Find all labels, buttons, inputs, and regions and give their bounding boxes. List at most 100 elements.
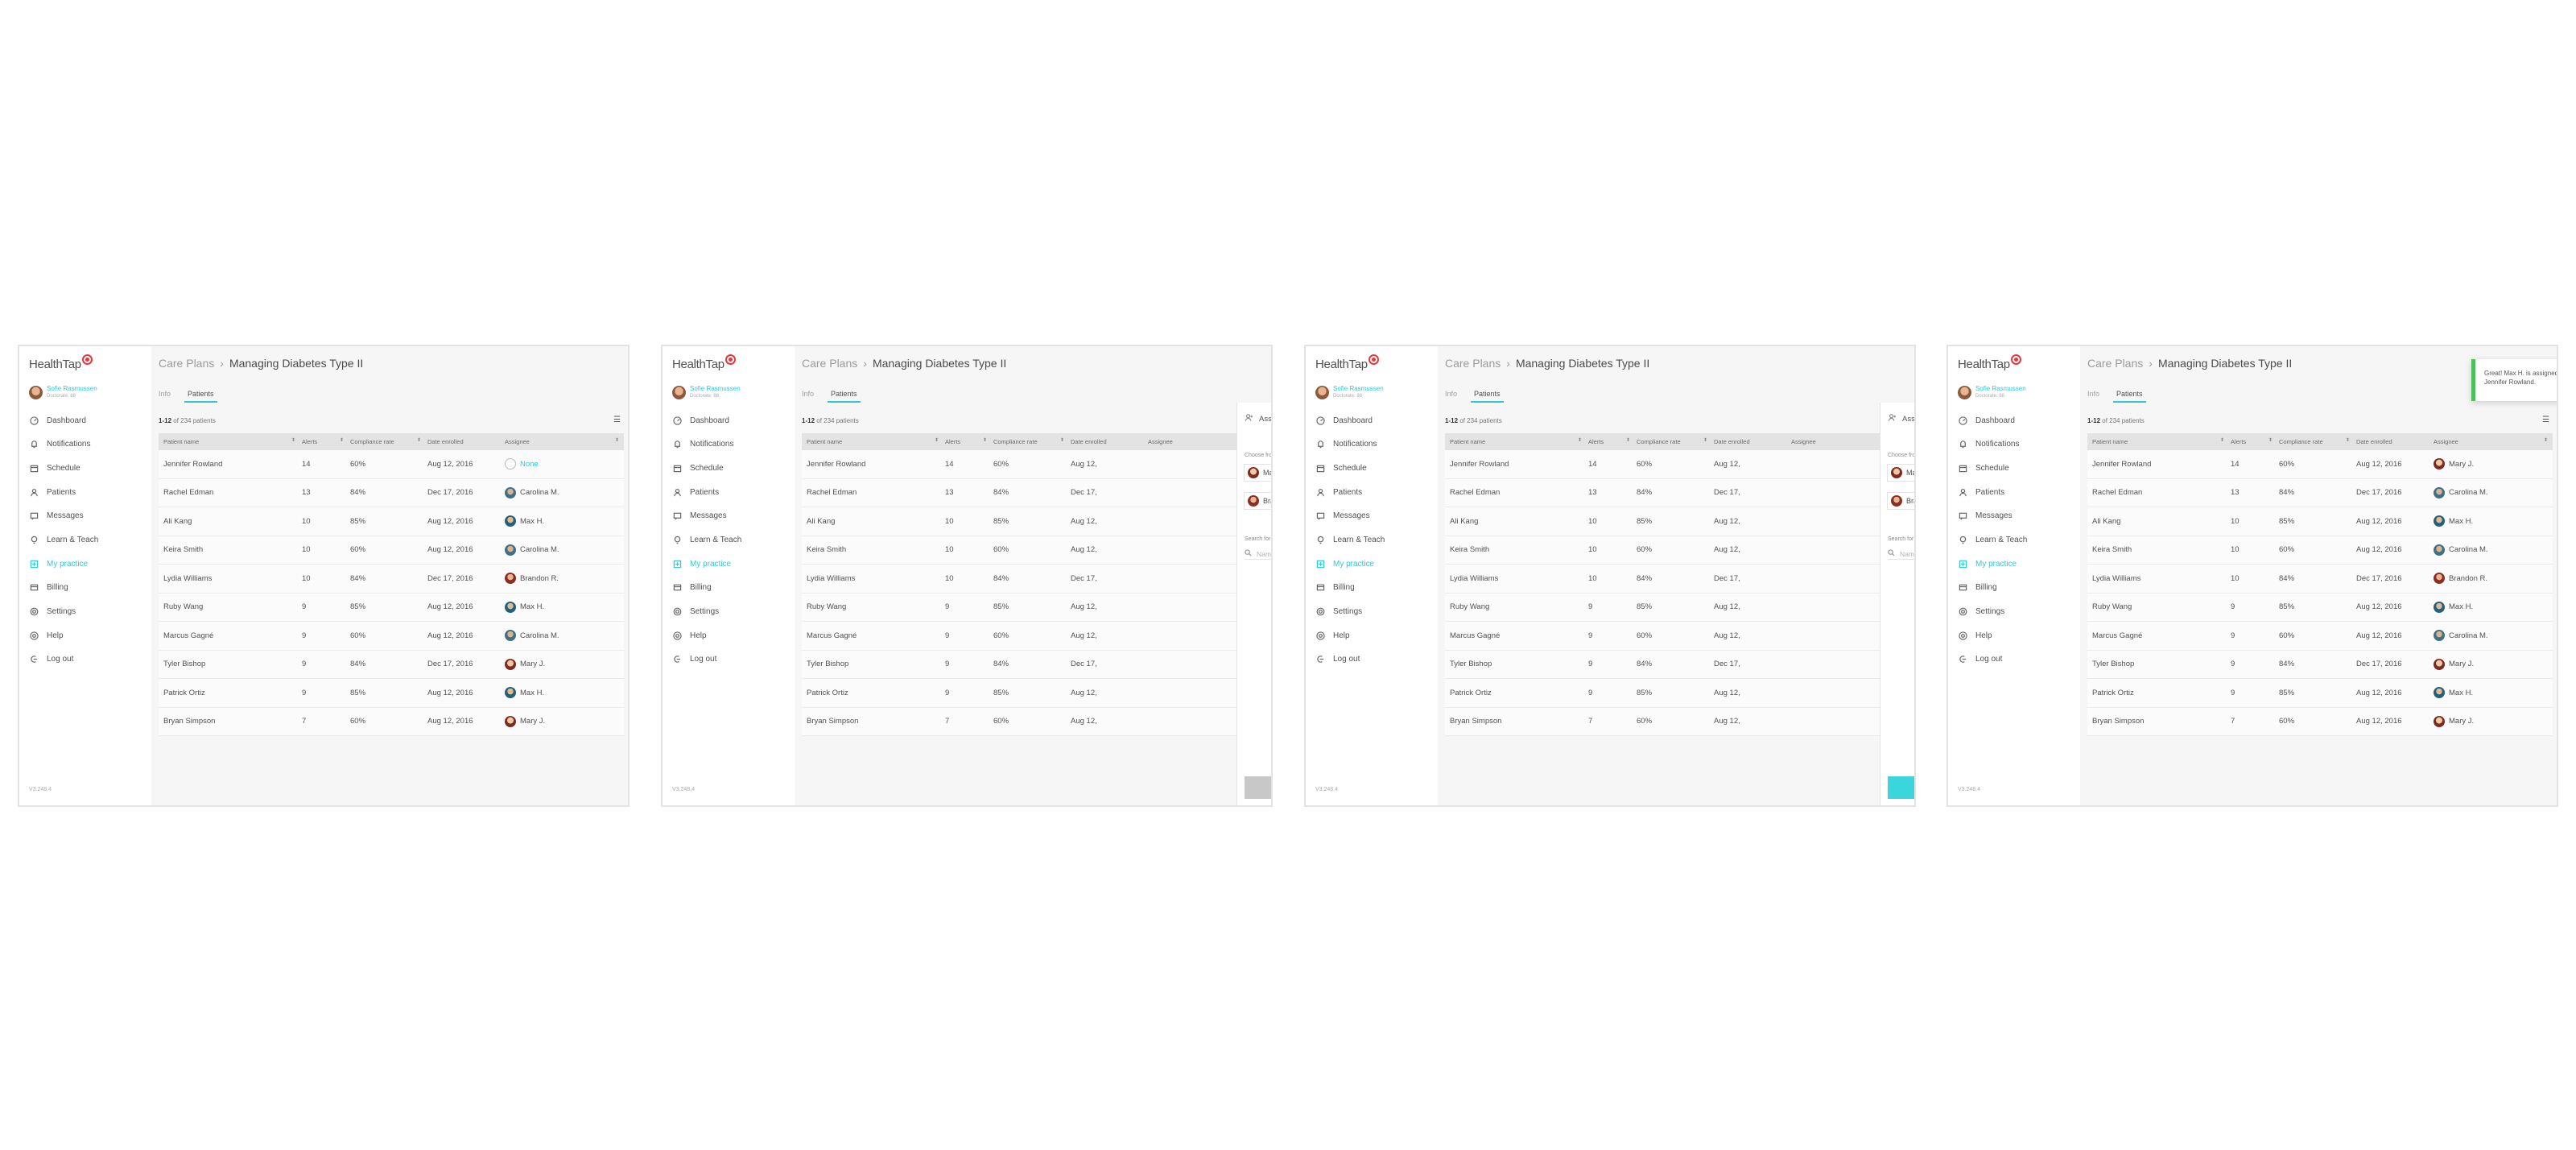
breadcrumb-parent[interactable]: Care Plans [2087, 357, 2143, 370]
sidebar-item-patients[interactable]: Patients [29, 486, 98, 498]
sort-icon[interactable]: ⬍ [417, 437, 421, 443]
column-header-patient-name[interactable]: Patient name ⬍ [2087, 438, 2229, 445]
table-row[interactable]: Ali Kang 10 85% Aug 12, [802, 507, 1267, 536]
sidebar-item-billing[interactable]: Billing [29, 582, 98, 594]
table-row[interactable]: Marcus Gagné 9 60% Aug 12, [802, 622, 1267, 651]
sidebar-item-schedule[interactable]: Schedule [1315, 462, 1385, 474]
sidebar-item-billing[interactable]: Billing [672, 582, 741, 594]
table-row[interactable]: Tyler Bishop 9 84% Dec 17, [802, 650, 1267, 679]
user-profile[interactable]: Sofie Rasmussen Doctorate: 88 [1315, 385, 1384, 400]
column-header-date-enrolled[interactable]: Date enrolled [1069, 438, 1146, 445]
sidebar-item-learn-teach[interactable]: Learn & Teach [672, 534, 741, 545]
table-row[interactable]: Jennifer Rowland 14 60% Aug 12, [802, 450, 1267, 479]
sidebar-item-log-out[interactable]: Log out [29, 654, 98, 665]
table-row[interactable]: Bryan Simpson 7 60% Aug 12, 2016 Mary J. [159, 707, 624, 736]
sidebar-item-messages[interactable]: Messages [672, 511, 741, 522]
table-row[interactable]: Bryan Simpson 7 60% Aug 12, 2016 Mary J. [2087, 707, 2553, 736]
table-row[interactable]: Lydia Williams 10 84% Dec 17, [802, 565, 1267, 594]
sort-icon[interactable]: ⬍ [1626, 437, 1630, 443]
table-row[interactable]: Tyler Bishop 9 84% Dec 17, 2016 Mary J. [2087, 650, 2553, 679]
table-row[interactable]: Rachel Edman 13 84% Dec 17, [802, 478, 1267, 507]
sidebar-item-my-practice[interactable]: My practice [672, 558, 741, 569]
sort-icon[interactable]: ⬍ [2544, 437, 2548, 443]
app-logo[interactable]: HealthTap [1958, 354, 2021, 371]
sidebar-item-schedule[interactable]: Schedule [672, 462, 741, 474]
sidebar-item-learn-teach[interactable]: Learn & Teach [1315, 534, 1385, 545]
user-profile[interactable]: Sofie Rasmussen Doctorate: 88 [29, 385, 97, 400]
sidebar-item-billing[interactable]: Billing [1315, 582, 1385, 594]
sidebar-item-notifications[interactable]: Notifications [29, 439, 98, 450]
column-header-patient-name[interactable]: Patient name ⬍ [802, 438, 943, 445]
table-row[interactable]: Lydia Williams 10 84% Dec 17, 2016 Brandon R… [2087, 565, 2553, 594]
tab-patients[interactable]: Patients [2113, 390, 2146, 403]
sidebar-item-settings[interactable]: Settings [29, 606, 98, 618]
sidebar-item-help[interactable]: Help [1958, 630, 2027, 641]
column-header-date-enrolled[interactable]: Date enrolled [2355, 438, 2432, 445]
manager-chip-brandon-r[interactable]: Brandon R. [1887, 492, 1914, 510]
manager-chip-brandon-r[interactable]: Brandon R. [1244, 492, 1271, 510]
breadcrumb-parent[interactable]: Care Plans [1445, 357, 1501, 370]
sort-icon[interactable]: ⬍ [2346, 437, 2350, 443]
assign-link[interactable]: None [520, 460, 539, 469]
sidebar-item-dashboard[interactable]: Dashboard [29, 415, 98, 426]
sidebar-item-learn-teach[interactable]: Learn & Teach [1958, 534, 2027, 545]
column-header-assignee[interactable]: Assignee ⬍ [503, 438, 624, 445]
search-input[interactable]: Name or email [1888, 548, 1914, 560]
table-row[interactable]: Bryan Simpson 7 60% Aug 12, [802, 707, 1267, 736]
table-row[interactable]: Lydia Williams 10 84% Dec 17, [1445, 565, 1910, 594]
assign-button[interactable]: Assign [1245, 776, 1271, 799]
sidebar-item-dashboard[interactable]: Dashboard [1958, 415, 2027, 426]
app-logo[interactable]: HealthTap [672, 354, 736, 371]
table-row[interactable]: Marcus Gagné 9 60% Aug 12, [1445, 622, 1910, 651]
table-row[interactable]: Ali Kang 10 85% Aug 12, 2016 Max H. [2087, 507, 2553, 536]
sort-icon[interactable]: ⬍ [291, 437, 295, 443]
sidebar-item-help[interactable]: Help [29, 630, 98, 641]
table-row[interactable]: Jennifer Rowland 14 60% Aug 12, [1445, 450, 1910, 479]
table-row[interactable]: Rachel Edman 13 84% Dec 17, 2016 Carolina M. [2087, 478, 2553, 507]
sidebar-item-dashboard[interactable]: Dashboard [1315, 415, 1385, 426]
sidebar-item-settings[interactable]: Settings [672, 606, 741, 618]
tab-info[interactable]: Info [159, 390, 171, 403]
list-view-icon[interactable]: ☰ [2542, 416, 2549, 424]
sidebar-item-notifications[interactable]: Notifications [1315, 439, 1385, 450]
table-row[interactable]: Jennifer Rowland 14 60% Aug 12, 2016 Mary J. [2087, 450, 2553, 479]
breadcrumb-parent[interactable]: Care Plans [159, 357, 214, 370]
tab-info[interactable]: Info [2087, 390, 2099, 403]
sidebar-item-dashboard[interactable]: Dashboard [672, 415, 741, 426]
table-row[interactable]: Lydia Williams 10 84% Dec 17, 2016 Brandon R… [159, 565, 624, 594]
table-row[interactable]: Patrick Ortiz 9 85% Aug 12, 2016 Max H. [159, 679, 624, 708]
table-row[interactable]: Bryan Simpson 7 60% Aug 12, [1445, 707, 1910, 736]
table-row[interactable]: Patrick Ortiz 9 85% Aug 12, [1445, 679, 1910, 708]
column-header-compliance-rate[interactable]: Compliance rate ⬍ [1635, 438, 1712, 445]
tab-patients[interactable]: Patients [1471, 390, 1504, 403]
user-profile[interactable]: Sofie Rasmussen Doctorate: 88 [672, 385, 741, 400]
table-row[interactable]: Ali Kang 10 85% Aug 12, [1445, 507, 1910, 536]
sidebar-item-help[interactable]: Help [672, 630, 741, 641]
column-header-date-enrolled[interactable]: Date enrolled [426, 438, 503, 445]
table-row[interactable]: Ali Kang 10 85% Aug 12, 2016 Max H. [159, 507, 624, 536]
breadcrumb-parent[interactable]: Care Plans [802, 357, 857, 370]
column-header-compliance-rate[interactable]: Compliance rate ⬍ [349, 438, 426, 445]
sort-icon[interactable]: ⬍ [340, 437, 344, 443]
table-row[interactable]: Ruby Wang 9 85% Aug 12, [1445, 593, 1910, 622]
tab-patients[interactable]: Patients [828, 390, 861, 403]
sidebar-item-billing[interactable]: Billing [1958, 582, 2027, 594]
column-header-compliance-rate[interactable]: Compliance rate ⬍ [2277, 438, 2355, 445]
column-header-compliance-rate[interactable]: Compliance rate ⬍ [992, 438, 1069, 445]
sidebar-item-settings[interactable]: Settings [1315, 606, 1385, 618]
list-view-icon[interactable]: ☰ [613, 416, 621, 424]
table-row[interactable]: Ruby Wang 9 85% Aug 12, 2016 Max H. [159, 593, 624, 622]
column-header-alerts[interactable]: Alerts ⬍ [2229, 438, 2277, 445]
user-profile[interactable]: Sofie Rasmussen Doctorate: 88 [1958, 385, 2026, 400]
sidebar-item-notifications[interactable]: Notifications [1958, 439, 2027, 450]
column-header-assignee[interactable]: Assignee ⬍ [2432, 438, 2553, 445]
table-row[interactable]: Tyler Bishop 9 84% Dec 17, [1445, 650, 1910, 679]
tab-info[interactable]: Info [802, 390, 814, 403]
sidebar-item-my-practice[interactable]: My practice [29, 558, 98, 569]
sort-icon[interactable]: ⬍ [1578, 437, 1582, 443]
sort-icon[interactable]: ⬍ [2268, 437, 2273, 443]
sidebar-item-my-practice[interactable]: My practice [1315, 558, 1385, 569]
assign-button[interactable]: Assign [1888, 776, 1914, 799]
table-row[interactable]: Marcus Gagné 9 60% Aug 12, 2016 Carolina M. [159, 622, 624, 651]
table-row[interactable]: Jennifer Rowland 14 60% Aug 12, 2016 None [159, 450, 624, 479]
